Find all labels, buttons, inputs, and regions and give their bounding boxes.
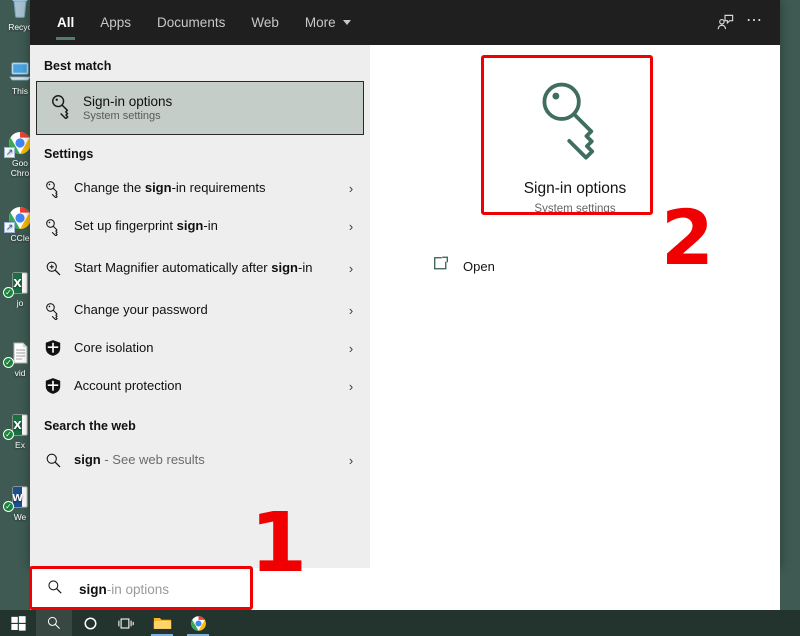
result-item-change-signin-requirements[interactable]: Change the sign-in requirements › — [30, 169, 370, 207]
chevron-right-icon: › — [348, 218, 354, 234]
cortana-button[interactable] — [72, 610, 108, 636]
more-options-button[interactable]: ⋯ — [740, 8, 770, 38]
result-item-label: Change the sign-in requirements — [74, 180, 266, 195]
windows-logo-icon — [10, 615, 26, 631]
search-results-list: Best match Sign-in options System settin… — [30, 45, 370, 568]
search-icon — [46, 578, 64, 601]
result-item-web-search[interactable]: sign - See web results › — [30, 441, 370, 479]
magnifier-plus-icon — [44, 259, 74, 278]
tab-documents[interactable]: Documents — [144, 0, 238, 45]
result-item-label: Change your password — [74, 302, 208, 317]
preview-title: Sign-in options — [523, 180, 627, 197]
open-external-icon — [432, 255, 449, 277]
search-input[interactable]: sign-in options — [30, 568, 780, 610]
svg-text:X: X — [13, 277, 22, 290]
sync-check-overlay-icon: ✓ — [3, 501, 14, 512]
open-label: Open — [463, 258, 495, 274]
svg-text:X: X — [13, 419, 22, 432]
result-item-setup-fingerprint-signin[interactable]: Set up fingerprint sign-in › — [30, 207, 370, 245]
task-view-icon — [118, 617, 134, 629]
result-item-label: sign - See web results — [74, 452, 205, 467]
tab-label: All — [57, 15, 75, 30]
chrome-taskbar-button[interactable] — [180, 610, 216, 636]
feedback-person-icon — [717, 14, 733, 30]
search-the-web-heading: Search the web — [44, 419, 136, 433]
key-icon — [44, 179, 74, 198]
chevron-right-icon: › — [348, 302, 354, 318]
chrome-icon — [190, 615, 206, 631]
tab-all[interactable]: All — [44, 0, 87, 45]
tab-label: Web — [251, 15, 279, 30]
result-item-label: Start Magnifier automatically after sign… — [74, 260, 313, 275]
start-button[interactable] — [0, 610, 36, 636]
feedback-button[interactable] — [710, 8, 740, 38]
search-panels: Best match Sign-in options System settin… — [30, 45, 780, 568]
taskbar — [0, 610, 800, 636]
key-icon — [532, 75, 618, 166]
tab-label: More — [304, 15, 336, 30]
preview-card[interactable]: Sign-in options System settings — [487, 55, 663, 229]
settings-heading: Settings — [44, 147, 94, 161]
sync-check-overlay-icon: ✓ — [3, 287, 14, 298]
chevron-right-icon: › — [348, 260, 354, 276]
best-match-result[interactable]: Sign-in options System settings — [36, 81, 364, 135]
open-action[interactable]: Open — [432, 255, 495, 277]
chevron-right-icon: › — [348, 180, 354, 196]
sync-check-overlay-icon: ✓ — [3, 429, 14, 440]
search-flyout: All Apps Documents Web More ⋯ Best match… — [30, 0, 780, 568]
result-item-label: Core isolation — [74, 340, 154, 355]
sync-check-overlay-icon: ✓ — [3, 357, 14, 368]
taskbar-search-button[interactable] — [36, 610, 72, 636]
folder-icon — [153, 617, 171, 629]
result-item-account-protection[interactable]: Account protection › — [30, 367, 370, 405]
search-tab-bar: All Apps Documents Web More ⋯ — [30, 0, 780, 45]
tab-apps[interactable]: Apps — [87, 0, 144, 45]
result-item-change-your-password[interactable]: Change your password › — [30, 291, 370, 329]
shield-icon — [44, 339, 74, 357]
best-match-title: Sign-in options — [83, 94, 173, 109]
search-input-value: sign-in options — [79, 581, 170, 597]
tab-label: Apps — [100, 15, 132, 30]
key-icon — [49, 92, 83, 124]
search-icon — [47, 616, 60, 629]
preview-panel: Sign-in options System settings Open — [370, 45, 780, 568]
result-item-core-isolation[interactable]: Core isolation › — [30, 329, 370, 367]
file-explorer-button[interactable] — [144, 610, 180, 636]
shield-icon — [44, 377, 74, 395]
best-match-heading: Best match — [44, 59, 112, 73]
tab-label: Documents — [157, 15, 226, 30]
tab-web[interactable]: Web — [238, 0, 292, 45]
result-item-start-magnifier[interactable]: Start Magnifier automatically after sign… — [30, 245, 370, 291]
result-item-label: Account protection — [74, 378, 182, 393]
svg-text:W: W — [12, 493, 23, 504]
result-item-label: Set up fingerprint sign-in — [74, 218, 218, 233]
chevron-right-icon: › — [348, 452, 354, 468]
ellipsis-icon: ⋯ — [746, 11, 764, 29]
shortcut-overlay-icon: ↗ — [4, 147, 15, 158]
shortcut-overlay-icon: ↗ — [4, 222, 15, 233]
search-icon — [44, 451, 74, 470]
key-icon — [44, 217, 74, 236]
preview-subtitle: System settings — [534, 203, 616, 215]
best-match-text: Sign-in options System settings — [83, 94, 172, 122]
tab-more[interactable]: More — [292, 0, 364, 45]
chevron-down-icon — [342, 20, 351, 25]
cortana-circle-icon — [83, 616, 97, 630]
task-view-button[interactable] — [108, 610, 144, 636]
key-icon — [44, 301, 74, 320]
best-match-subtitle: System settings — [83, 110, 161, 122]
chevron-right-icon: › — [348, 340, 354, 356]
chevron-right-icon: › — [348, 378, 354, 394]
